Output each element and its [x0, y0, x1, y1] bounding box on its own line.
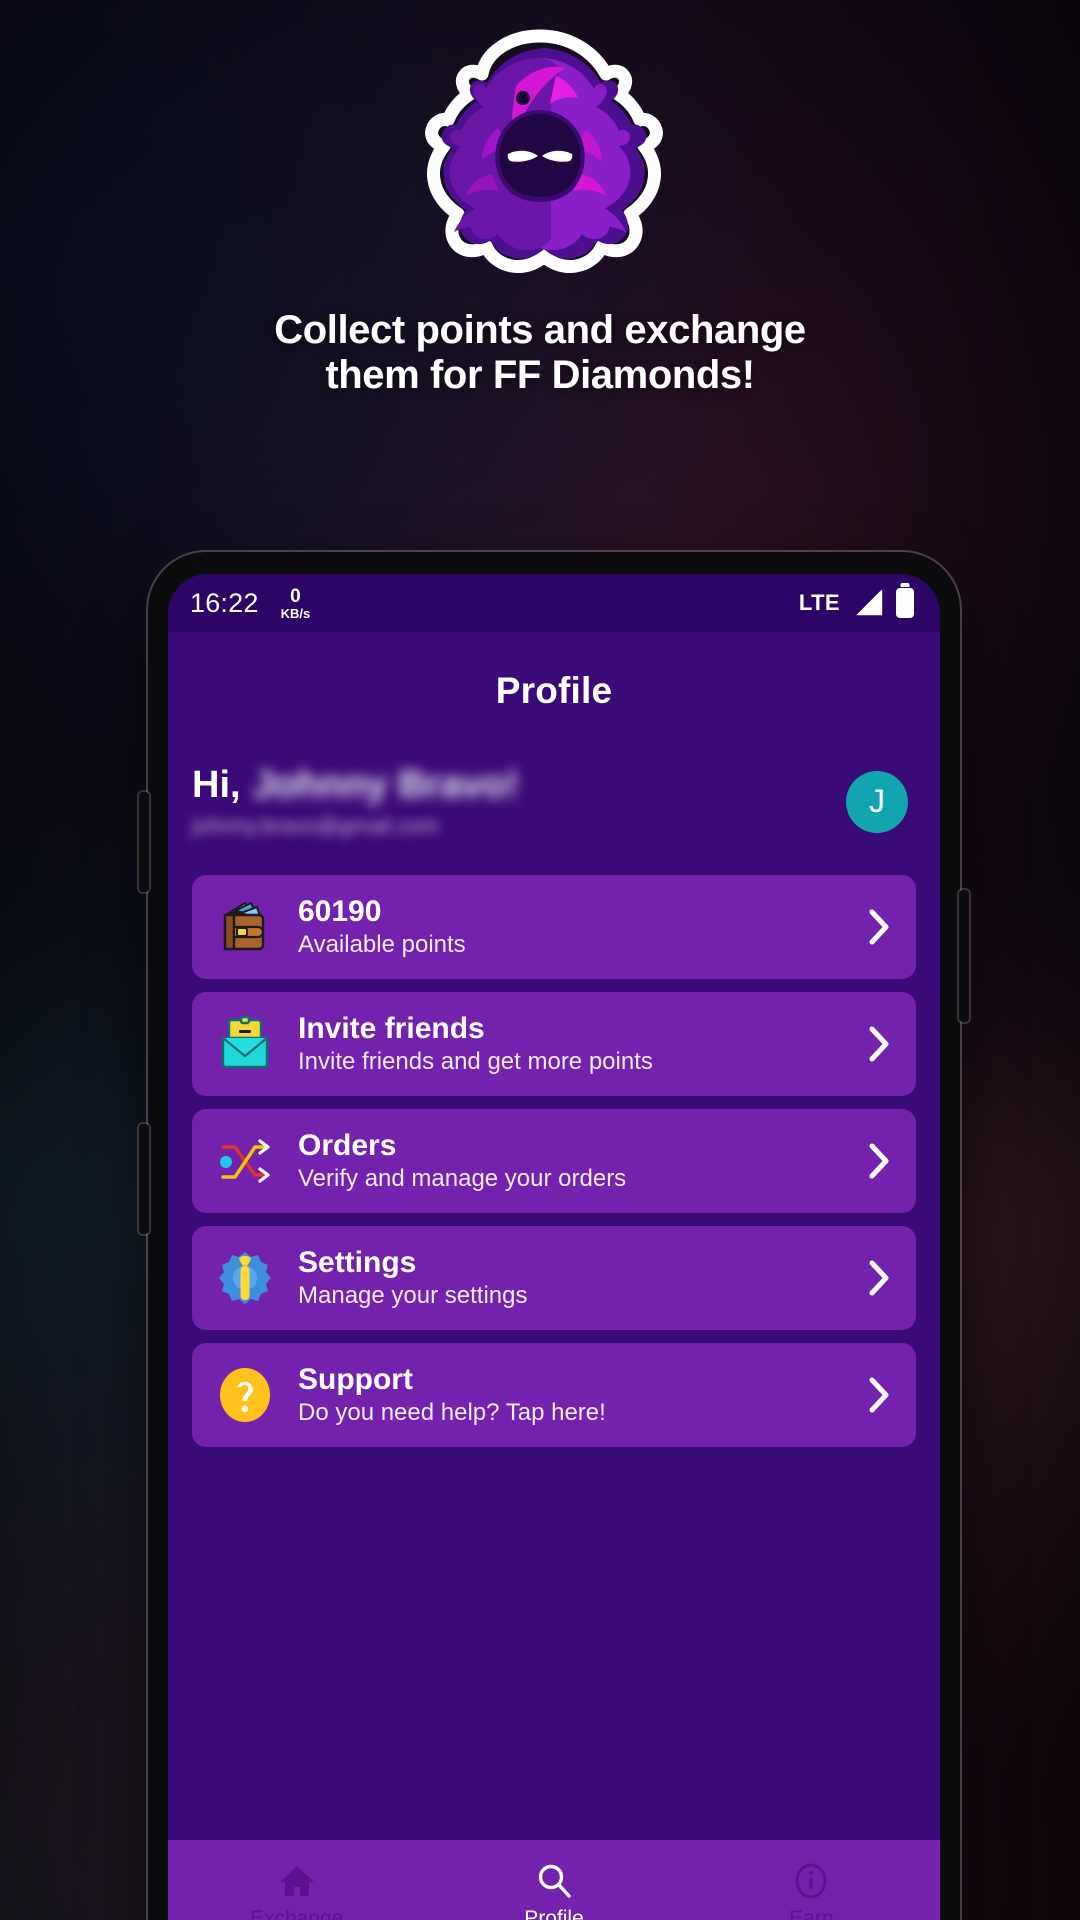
card-settings[interactable]: Settings Manage your settings: [192, 1226, 916, 1330]
menu-card-list: 60190 Available points Invite friends In…: [168, 839, 940, 1447]
card-title: Support: [298, 1362, 413, 1396]
status-clock: 16:22: [190, 587, 259, 618]
nav-item-exchange[interactable]: Exchange: [168, 1840, 425, 1920]
greeting-username: Johnny Bravo!: [252, 764, 519, 806]
card-support[interactable]: Support Do you need help? Tap here!: [192, 1343, 916, 1447]
phone-mockup: 16:22 0 KB/s LTE Profile Hi, Johnny Brav…: [139, 552, 969, 1920]
battery-full-icon: [896, 588, 914, 618]
phone-screen: 16:22 0 KB/s LTE Profile Hi, Johnny Brav…: [168, 574, 940, 1920]
chevron-right-icon: [869, 1260, 889, 1296]
network-speed-indicator: 0 KB/s: [281, 587, 311, 620]
nav-label: Profile: [524, 1907, 584, 1920]
greeting-row: Hi, Johnny Bravo! johnny.bravo@gmail.com…: [168, 712, 940, 839]
invite-envelope-icon: [212, 1011, 278, 1077]
status-bar: 16:22 0 KB/s LTE: [168, 574, 940, 632]
promo-headline: Collect points and exchange them for FF …: [0, 308, 1080, 398]
greeting-text: Hi, Johnny Bravo! johnny.bravo@gmail.com: [192, 764, 846, 839]
status-icons: LTE: [799, 588, 914, 618]
network-speed-unit: KB/s: [280, 605, 311, 621]
network-speed-value: 0: [290, 585, 301, 607]
headline-line-1: Collect points and exchange: [274, 308, 806, 352]
card-text: 60190 Available points: [298, 895, 868, 960]
card-subtitle: Manage your settings: [298, 1282, 528, 1310]
home-icon: [279, 1866, 314, 1896]
network-type-label: LTE: [798, 590, 840, 615]
card-subtitle: Do you need help? Tap here!: [298, 1399, 606, 1427]
app-content: Profile Hi, Johnny Bravo! johnny.bravo@g…: [168, 632, 940, 1920]
nav-label: Exchange: [249, 1907, 344, 1920]
chevron-right-icon: [869, 909, 889, 945]
chevron-right-icon: [869, 1143, 889, 1179]
nav-label: Earn: [789, 1907, 834, 1920]
phone-volume-up-button: [139, 792, 149, 892]
chevron-right-icon: [869, 1377, 889, 1413]
phone-volume-down-button: [139, 1124, 149, 1234]
nav-item-profile[interactable]: Profile: [425, 1840, 682, 1920]
wallet-icon: [212, 894, 278, 960]
phone-power-button: [959, 890, 969, 1022]
card-orders[interactable]: Orders Verify and manage your orders: [192, 1109, 916, 1213]
orders-shuffle-icon: [212, 1128, 278, 1194]
avatar[interactable]: J: [846, 770, 908, 833]
card-available-points[interactable]: 60190 Available points: [192, 875, 916, 979]
card-title: Invite friends: [298, 1011, 485, 1045]
greeting-salutation: Hi,: [192, 764, 241, 806]
nav-item-earn[interactable]: Earn: [683, 1840, 940, 1920]
card-subtitle: Verify and manage your orders: [298, 1165, 627, 1193]
card-subtitle: Invite friends and get more points: [298, 1048, 653, 1076]
page-title: Profile: [495, 670, 613, 711]
headline-line-2: them for FF Diamonds!: [325, 353, 755, 398]
support-question-icon: [212, 1362, 278, 1428]
card-text: Support Do you need help? Tap here!: [298, 1363, 868, 1428]
bottom-navigation: Exchange Profile Earn: [168, 1840, 940, 1920]
card-title: 60190: [298, 894, 382, 928]
avatar-initial: J: [869, 783, 885, 819]
hooded-assassin-mascot-logo-icon: [425, 29, 663, 273]
card-invite-friends[interactable]: Invite friends Invite friends and get mo…: [192, 992, 916, 1096]
signal-bars-icon: [856, 590, 883, 616]
promo-screenshot: Collect points and exchange them for FF …: [0, 0, 1080, 1920]
card-subtitle: Available points: [298, 931, 466, 959]
app-logo: [0, 24, 1080, 294]
chevron-right-icon: [869, 1026, 889, 1062]
greeting-email: johnny.bravo@gmail.com: [192, 813, 439, 838]
card-text: Invite friends Invite friends and get mo…: [298, 1012, 868, 1077]
card-title: Settings: [298, 1245, 417, 1279]
search-icon: [538, 1864, 571, 1898]
card-title: Orders: [298, 1128, 397, 1162]
card-text: Settings Manage your settings: [298, 1246, 868, 1311]
settings-gear-wrench-icon: [212, 1245, 278, 1311]
info-icon: [795, 1863, 827, 1899]
card-text: Orders Verify and manage your orders: [298, 1129, 868, 1194]
